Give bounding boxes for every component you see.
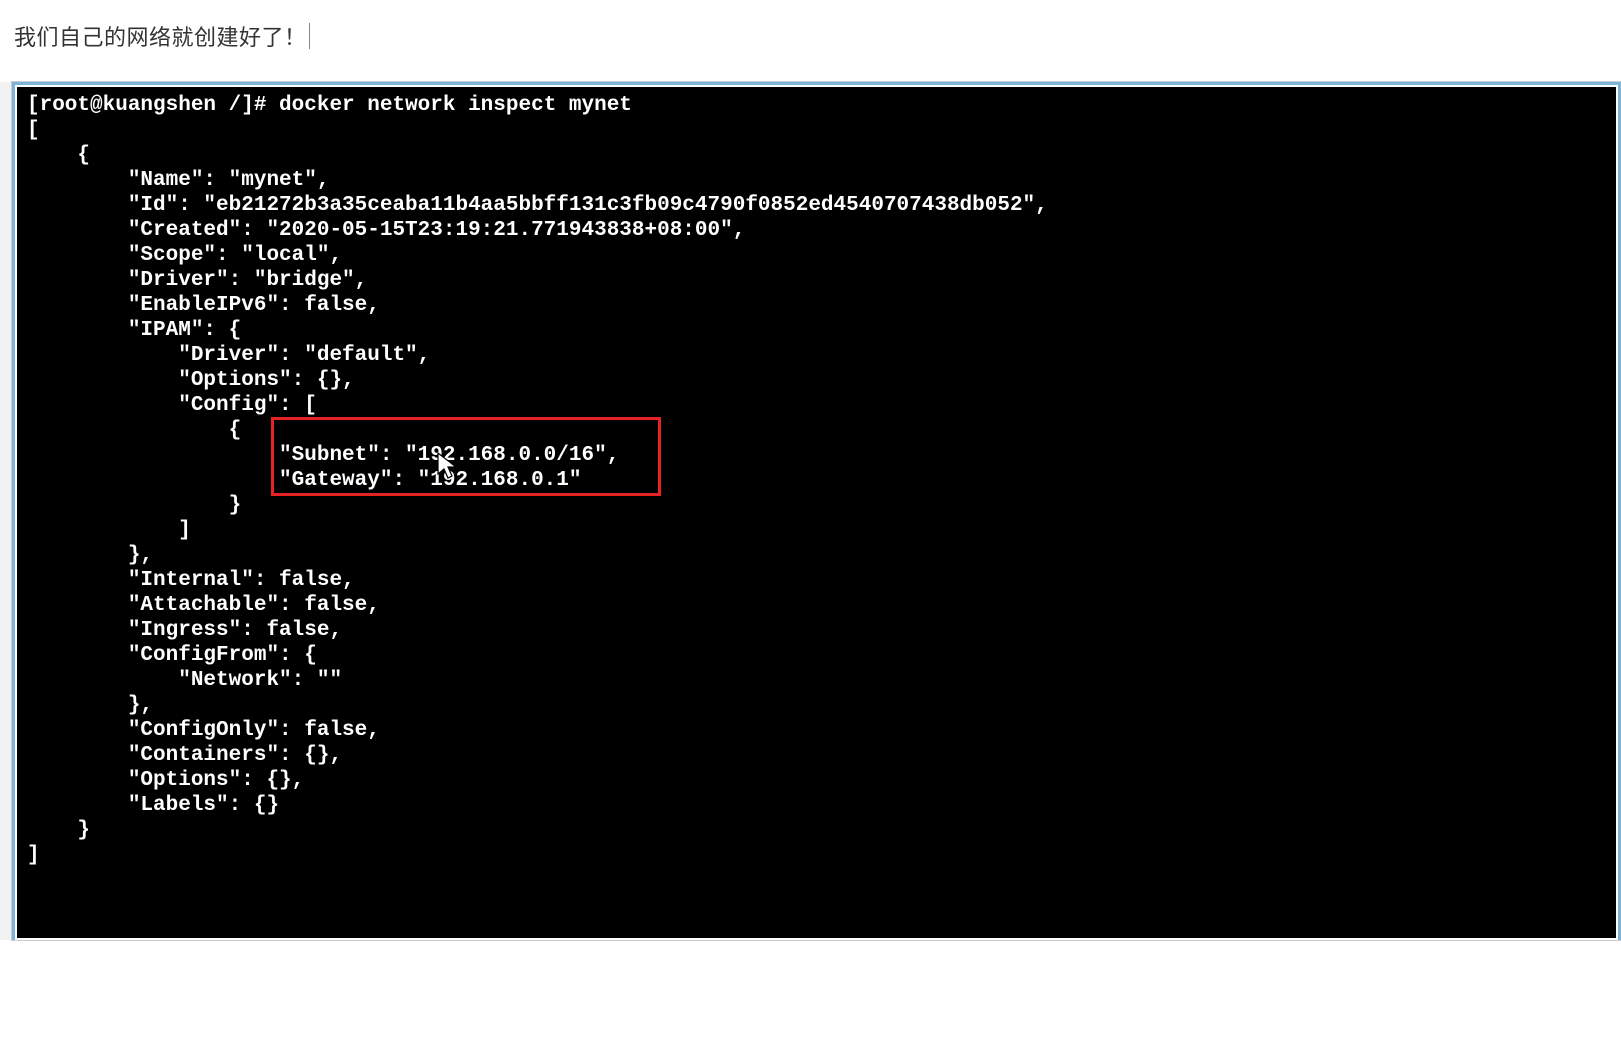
- terminal-output-gateway: "Gateway": "192.168.0.1": [27, 469, 582, 492]
- caption-text: 我们自己的网络就创建好了！: [14, 20, 307, 52]
- terminal-border: [root@kuangshen /]# docker network inspe…: [12, 82, 1621, 940]
- shell-command: docker network inspect mynet: [279, 94, 632, 117]
- terminal-wrapper: [root@kuangshen /]# docker network inspe…: [0, 82, 1621, 940]
- terminal[interactable]: [root@kuangshen /]# docker network inspe…: [17, 87, 1616, 938]
- shell-prompt: [root@kuangshen /]#: [27, 94, 279, 117]
- terminal-output-before: [ { "Name": "mynet", "Id": "eb21272b3a35…: [27, 119, 1048, 442]
- text-cursor-icon: [309, 23, 310, 49]
- page-caption: 我们自己的网络就创建好了！: [0, 0, 1621, 82]
- terminal-output-subnet: "Subnet": "192.168.0.0/16",: [27, 444, 619, 467]
- terminal-output-after: } ] }, "Internal": false, "Attachable": …: [27, 494, 380, 867]
